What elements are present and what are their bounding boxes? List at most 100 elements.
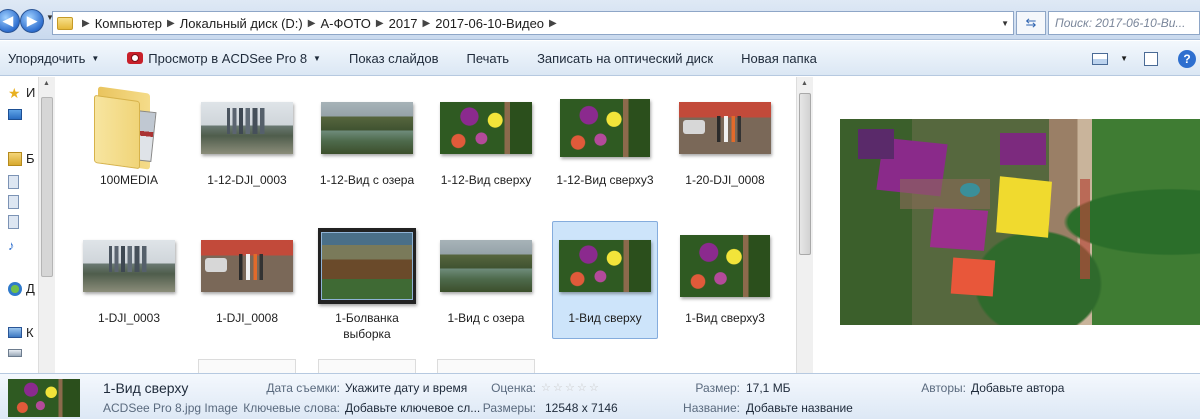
breadcrumb[interactable]: ▶ Компьютер ▶ Локальный диск (D:) ▶ А-ФО…: [52, 11, 1014, 35]
help-icon[interactable]: ?: [1178, 49, 1196, 68]
pictures-icon: [8, 195, 19, 209]
image-thumbnail: [201, 240, 293, 292]
dimensions-label: Размеры:: [482, 401, 536, 415]
change-view-icon[interactable]: [1092, 52, 1109, 65]
nav-item-label: К: [26, 325, 34, 340]
thumbnail: [315, 226, 419, 306]
forward-arrow-icon: ▶: [27, 13, 37, 28]
slideshow-button[interactable]: Показ слайдов: [335, 51, 453, 66]
selected-file-type: ACDSee Pro 8.jpg Image: [103, 401, 238, 415]
burn-disc-button[interactable]: Записать на оптический диск: [523, 51, 727, 66]
thumbnail: [673, 226, 777, 306]
rating-stars[interactable]: ☆ ☆ ☆ ☆ ☆: [541, 383, 600, 394]
file-tile[interactable]: 1-20-DJI_0008: [672, 83, 778, 201]
preview-image: [840, 119, 1200, 325]
file-tile-partial[interactable]: [437, 359, 535, 373]
star-icon[interactable]: ☆: [565, 383, 576, 394]
nav-item-label: Б: [26, 151, 35, 166]
print-button[interactable]: Печать: [452, 51, 523, 66]
image-thumbnail: [440, 240, 532, 292]
file-tile-partial[interactable]: [198, 359, 296, 373]
title-value[interactable]: Добавьте название: [746, 401, 853, 415]
chevron-right-icon[interactable]: ▶: [77, 18, 95, 29]
file-tile[interactable]: 1-12-DJI_0003: [194, 83, 300, 201]
image-thumbnail: [201, 102, 293, 154]
chevron-right-icon[interactable]: ▶: [544, 18, 562, 29]
chevron-right-icon[interactable]: ▶: [303, 18, 321, 29]
nav-item-library-1[interactable]: [8, 175, 23, 189]
thumbnail: [673, 88, 777, 168]
thumbnail: [434, 226, 538, 306]
breadcrumb-computer[interactable]: Компьютер: [95, 16, 162, 31]
nav-item-favorites[interactable]: ★ И: [8, 85, 35, 100]
file-tile[interactable]: 1-DJI_0008: [194, 221, 300, 339]
thumbnail: [195, 88, 299, 168]
file-tile[interactable]: 1-DJI_0003: [76, 221, 182, 339]
chevron-right-icon[interactable]: ▶: [418, 18, 436, 29]
nav-item-homegroup[interactable]: Д: [8, 281, 35, 296]
back-button[interactable]: ◀: [0, 9, 20, 33]
nav-item-computer[interactable]: К: [8, 325, 34, 340]
scroll-up-icon[interactable]: ▲: [801, 80, 808, 87]
authors-label: Авторы:: [921, 381, 966, 395]
breadcrumb-drive-d[interactable]: Локальный диск (D:): [180, 16, 303, 31]
file-tile[interactable]: 1-12-Вид сверху: [433, 83, 539, 201]
size-label: Размер:: [695, 381, 740, 395]
nav-item-desktop[interactable]: [8, 109, 26, 120]
desktop-icon: [8, 109, 22, 120]
chevron-right-icon[interactable]: ▶: [371, 18, 389, 29]
file-tile-selected[interactable]: 1-Вид сверху: [552, 221, 658, 339]
file-tile-partial[interactable]: [318, 359, 416, 373]
scrollbar-thumb[interactable]: [41, 97, 53, 277]
navigation-pane-scrollbar[interactable]: ▲: [38, 77, 55, 373]
music-icon: ♪: [8, 238, 15, 253]
file-tile[interactable]: 1-Вид сверху3: [672, 221, 778, 339]
thumbnail: [553, 88, 657, 168]
image-thumbnail: [321, 102, 413, 154]
nav-item-local-disk[interactable]: [8, 349, 26, 357]
image-thumbnail: [680, 235, 770, 297]
nav-item-library-4[interactable]: ♪: [8, 239, 26, 253]
open-in-acdsee-button[interactable]: Просмотр в ACDSee Pro 8 ▼: [113, 51, 335, 66]
nav-item-label: И: [26, 85, 36, 100]
file-tile[interactable]: 1-12-Вид с озера: [314, 83, 420, 201]
forward-button[interactable]: ▶: [20, 9, 44, 33]
scrollbar-thumb[interactable]: [799, 93, 811, 255]
nav-item-library-3[interactable]: [8, 215, 23, 229]
thumbnail: [195, 226, 299, 306]
file-tile[interactable]: 1-12-Вид сверху3: [552, 83, 658, 201]
file-tile[interactable]: 1-Вид с озера: [433, 221, 539, 339]
authors-value[interactable]: Добавьте автора: [971, 381, 1064, 395]
breadcrumb-2017[interactable]: 2017: [389, 16, 418, 31]
file-list-scrollbar[interactable]: ▲: [796, 77, 813, 373]
new-folder-button[interactable]: Новая папка: [727, 51, 831, 66]
view-dropdown-arrow-icon[interactable]: ▼: [1120, 54, 1128, 63]
nav-item-library-2[interactable]: [8, 195, 23, 209]
star-icon[interactable]: ☆: [541, 383, 552, 394]
scroll-up-icon[interactable]: ▲: [43, 80, 50, 87]
star-icon[interactable]: ☆: [577, 383, 588, 394]
file-tile[interactable]: 1-Болванка выборка: [314, 221, 420, 341]
organize-menu-button[interactable]: Упорядочить ▼: [0, 51, 113, 66]
address-history-dropdown-icon[interactable]: ▼: [1001, 19, 1013, 28]
refresh-button[interactable]: ⇆: [1016, 11, 1046, 35]
folder-tile[interactable]: 100MEDIA: [76, 83, 182, 201]
dropdown-arrow-icon: ▼: [91, 53, 100, 63]
chevron-right-icon[interactable]: ▶: [162, 18, 180, 29]
nav-item-libraries[interactable]: Б: [8, 151, 35, 166]
preview-pane-icon[interactable]: [1144, 51, 1158, 66]
date-taken-value[interactable]: Укажите дату и время: [345, 381, 467, 395]
thumbnail: [77, 226, 181, 306]
search-input[interactable]: Поиск: 2017-06-10-Ви...: [1048, 11, 1200, 35]
thumbnail: [315, 88, 419, 168]
thumbnail: [77, 86, 181, 170]
star-icon[interactable]: ☆: [589, 383, 600, 394]
date-taken-label: Дата съемки:: [266, 381, 340, 395]
breadcrumb-a-foto[interactable]: А-ФОТО: [320, 16, 370, 31]
image-thumbnail: [83, 240, 175, 292]
breadcrumb-current-folder[interactable]: 2017-06-10-Видео: [435, 16, 544, 31]
star-icon[interactable]: ☆: [553, 383, 564, 394]
refresh-icon: ⇆: [1025, 15, 1037, 30]
selected-file-name: 1-Вид сверху: [103, 380, 189, 396]
library-icon: [8, 151, 22, 166]
